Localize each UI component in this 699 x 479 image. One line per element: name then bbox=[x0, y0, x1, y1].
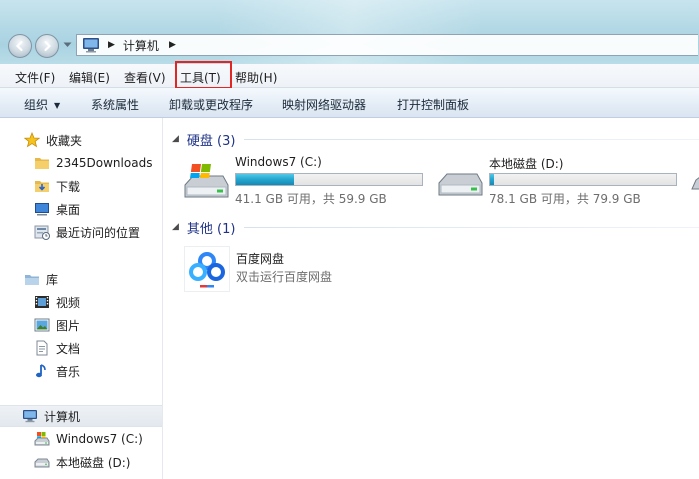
nav-item-documents[interactable]: 文档 bbox=[0, 337, 162, 359]
breadcrumb-separator-icon[interactable]: ▶ bbox=[108, 40, 115, 50]
organize-button[interactable]: 组织 ▼ bbox=[24, 96, 60, 113]
collapse-triangle-icon[interactable]: ◢ bbox=[172, 222, 179, 232]
hard-drive-icon bbox=[438, 173, 483, 196]
group-header-other[interactable]: ◢ 其他 (1) bbox=[172, 217, 235, 237]
nav-item-label: 音乐 bbox=[56, 364, 81, 379]
nav-item-desktop[interactable]: 桌面 bbox=[0, 198, 162, 220]
address-bar[interactable]: ▶ 计算机 ▶ bbox=[76, 34, 698, 56]
baidu-netdisk-icon bbox=[184, 246, 230, 292]
nav-item-label: 下载 bbox=[56, 179, 81, 194]
navigation-pane: 收藏夹 2345Downloads 下载 桌面 最近访问的位置 库 视频 图片 … bbox=[0, 118, 163, 479]
nav-item-pictures[interactable]: 图片 bbox=[0, 314, 162, 336]
document-icon bbox=[34, 340, 50, 356]
nav-computer-label: 计算机 bbox=[44, 409, 81, 424]
nav-item-label: 本地磁盘 (D:) bbox=[56, 455, 131, 470]
nav-item-label: 最近访问的位置 bbox=[56, 225, 141, 240]
drive-item-d[interactable]: 本地磁盘 (D:) 78.1 GB 可用，共 79.9 GB bbox=[436, 155, 691, 213]
star-icon bbox=[24, 132, 40, 148]
drive-name: 本地磁盘 (D:) bbox=[489, 157, 564, 171]
music-note-icon bbox=[34, 363, 50, 379]
partial-drive-icon[interactable] bbox=[690, 176, 699, 190]
app-item-baidu-netdisk[interactable]: 百度网盘 双击运行百度网盘 bbox=[184, 246, 444, 298]
nav-libraries[interactable]: 库 bbox=[0, 268, 162, 290]
organize-label: 组织 bbox=[24, 98, 49, 112]
hard-drive-icon bbox=[34, 454, 50, 470]
nav-item-drive-c[interactable]: Windows7 (C:) bbox=[0, 428, 162, 450]
nav-item-2345downloads[interactable]: 2345Downloads bbox=[0, 152, 162, 174]
nav-item-videos[interactable]: 视频 bbox=[0, 291, 162, 313]
nav-item-drive-d[interactable]: 本地磁盘 (D:) bbox=[0, 451, 162, 473]
command-bar: 组织 ▼ 系统属性 卸载或更改程序 映射网络驱动器 打开控制面板 bbox=[0, 88, 699, 118]
uninstall-program-button[interactable]: 卸载或更改程序 bbox=[169, 96, 253, 113]
computer-icon bbox=[22, 408, 38, 424]
folder-icon bbox=[34, 155, 50, 171]
content-pane: ◢ 硬盘 (3) Windows7 (C:) 41.1 GB 可用，共 59.9… bbox=[164, 118, 699, 479]
system-drive-icon bbox=[184, 164, 229, 198]
drive-free-space: 41.1 GB 可用，共 59.9 GB bbox=[235, 192, 387, 206]
recent-places-icon bbox=[34, 224, 50, 240]
group-header-hard-disks[interactable]: ◢ 硬盘 (3) bbox=[172, 129, 235, 149]
arrow-left-icon bbox=[15, 40, 23, 52]
arrow-right-icon bbox=[44, 40, 52, 52]
video-icon bbox=[34, 294, 50, 310]
drive-free-space: 78.1 GB 可用，共 79.9 GB bbox=[489, 192, 641, 206]
picture-icon bbox=[34, 317, 50, 333]
group-label: 其他 (1) bbox=[186, 221, 236, 237]
downloads-folder-icon bbox=[34, 178, 50, 194]
library-icon bbox=[24, 271, 40, 287]
drive-item-c[interactable]: Windows7 (C:) 41.1 GB 可用，共 59.9 GB bbox=[182, 155, 437, 213]
drive-usage-bar bbox=[235, 173, 423, 186]
app-description: 双击运行百度网盘 bbox=[236, 270, 333, 284]
nav-item-recent-places[interactable]: 最近访问的位置 bbox=[0, 221, 162, 243]
drive-usage-fill bbox=[490, 174, 495, 185]
desktop-icon bbox=[34, 201, 50, 217]
collapse-triangle-icon[interactable]: ◢ bbox=[172, 134, 179, 144]
menu-bar: 文件(F) 编辑(E) 查看(V) 工具(T) 帮助(H) bbox=[0, 64, 699, 88]
app-name: 百度网盘 bbox=[236, 252, 285, 266]
window-titlebar: ▶ 计算机 ▶ bbox=[0, 0, 699, 64]
chevron-down-icon: ▼ bbox=[54, 101, 61, 110]
group-divider bbox=[244, 139, 699, 140]
drive-usage-bar bbox=[489, 173, 677, 186]
system-properties-button[interactable]: 系统属性 bbox=[91, 96, 139, 113]
breadcrumb-computer[interactable]: 计算机 bbox=[123, 37, 159, 54]
drive-name: Windows7 (C:) bbox=[235, 155, 322, 169]
drive-usage-fill bbox=[236, 174, 295, 185]
nav-item-downloads[interactable]: 下载 bbox=[0, 175, 162, 197]
map-network-drive-button[interactable]: 映射网络驱动器 bbox=[282, 96, 366, 113]
open-control-panel-button[interactable]: 打开控制面板 bbox=[397, 96, 469, 113]
menu-help[interactable]: 帮助(H) bbox=[235, 69, 277, 86]
nav-item-music[interactable]: 音乐 bbox=[0, 360, 162, 382]
nav-computer[interactable]: 计算机 bbox=[0, 405, 162, 427]
menu-edit[interactable]: 编辑(E) bbox=[69, 69, 110, 86]
nav-item-label: 文档 bbox=[56, 341, 81, 356]
nav-item-label: Windows7 (C:) bbox=[56, 432, 143, 446]
system-drive-icon bbox=[34, 431, 50, 447]
back-button[interactable] bbox=[8, 34, 32, 58]
group-divider bbox=[244, 227, 699, 228]
forward-button[interactable] bbox=[35, 34, 59, 58]
recent-pages-dropdown-icon[interactable] bbox=[63, 42, 72, 48]
group-label: 硬盘 (3) bbox=[186, 133, 236, 149]
nav-libraries-label: 库 bbox=[46, 272, 59, 287]
nav-item-label: 图片 bbox=[56, 318, 81, 333]
breadcrumb-separator-icon[interactable]: ▶ bbox=[169, 40, 176, 50]
nav-item-label: 视频 bbox=[56, 295, 81, 310]
nav-item-label: 2345Downloads bbox=[56, 156, 153, 170]
computer-icon bbox=[83, 38, 99, 53]
nav-item-label: 桌面 bbox=[56, 202, 81, 217]
menu-file[interactable]: 文件(F) bbox=[15, 69, 55, 86]
nav-favorites[interactable]: 收藏夹 bbox=[0, 129, 162, 151]
menu-tools[interactable]: 工具(T) bbox=[180, 69, 221, 86]
menu-view[interactable]: 查看(V) bbox=[124, 69, 166, 86]
nav-favorites-label: 收藏夹 bbox=[46, 133, 83, 148]
